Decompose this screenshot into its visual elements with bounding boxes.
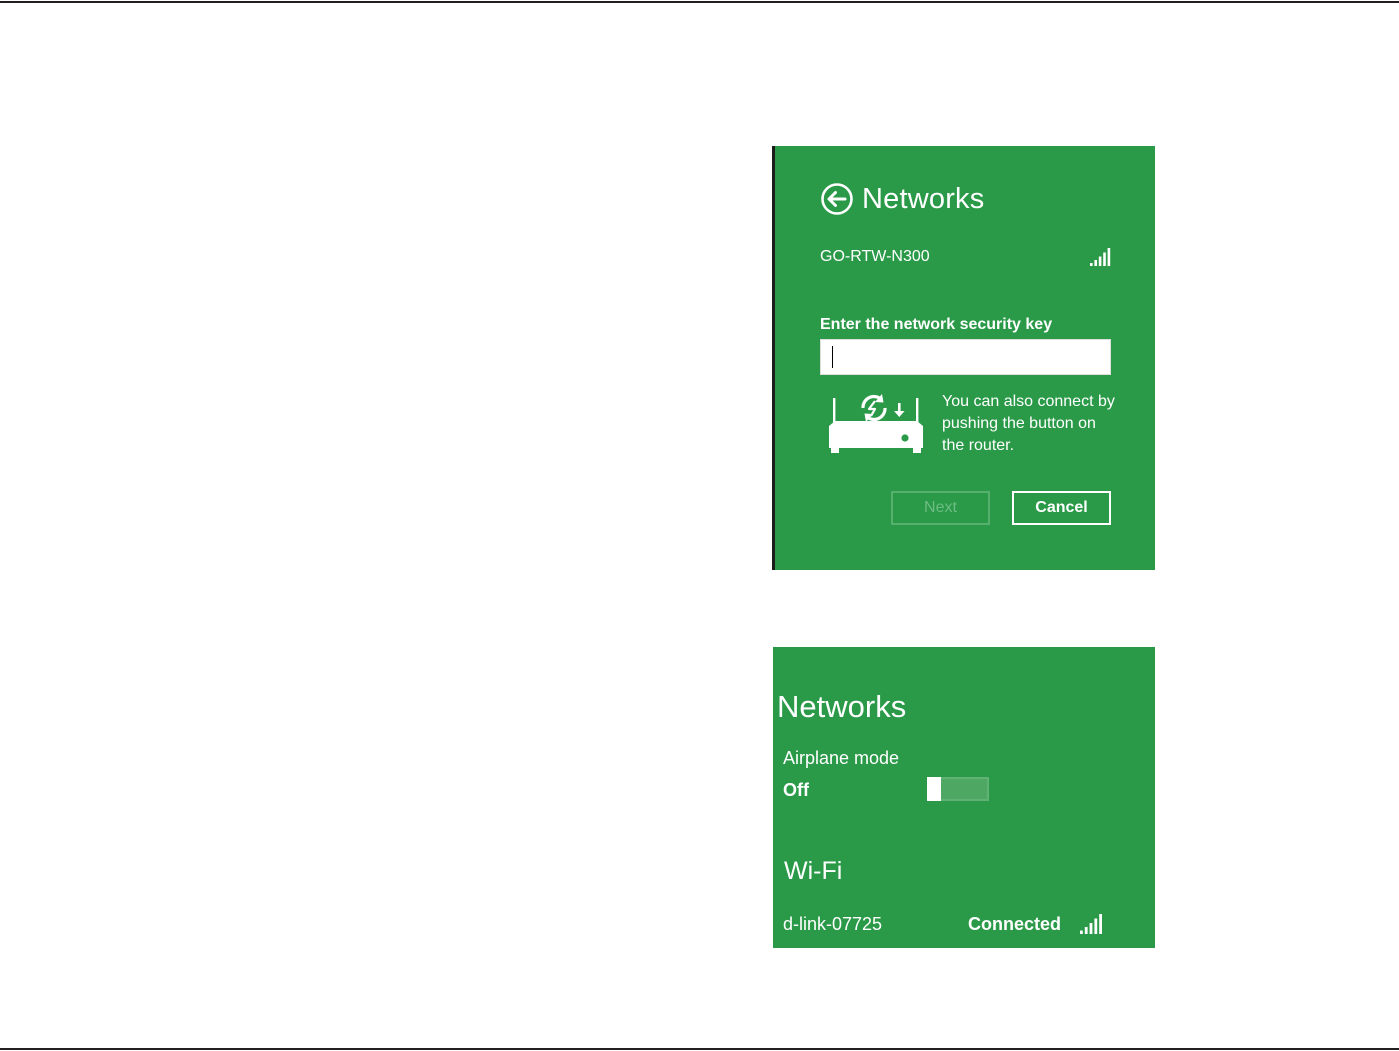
network-row: GO-RTW-N300 (820, 248, 1112, 266)
toggle-thumb[interactable] (927, 777, 941, 801)
top-rule (0, 1, 1399, 3)
network-connect-dialog: Networks GO-RTW-N300 Enter the network s… (772, 146, 1155, 570)
cancel-button[interactable]: Cancel (1012, 491, 1111, 525)
bottom-rule (0, 1048, 1399, 1050)
signal-strength-icon (1080, 914, 1102, 934)
wps-hint-text: You can also connect by pushing the butt… (942, 393, 1115, 454)
signal-strength-icon (1090, 248, 1111, 266)
airplane-mode-state: Off (783, 780, 809, 800)
router-wps-icon (829, 394, 923, 453)
networks-panel: Networks Airplane mode Off Wi-Fi d-link-… (773, 647, 1155, 948)
connected-network-row[interactable]: d-link-07725 Connected (783, 914, 1105, 936)
back-arrow-icon[interactable] (820, 182, 854, 216)
next-button[interactable]: Next (891, 491, 990, 525)
dialog-title: Networks (862, 182, 985, 215)
security-key-input[interactable] (820, 339, 1111, 375)
dialog-header: Networks (820, 182, 984, 216)
text-caret (832, 346, 833, 368)
connection-status: Connected (968, 914, 1062, 934)
security-key-label: Enter the network security key (820, 316, 1053, 333)
connected-network-name: d-link-07725 (783, 914, 883, 934)
networks-title: Networks (777, 689, 907, 724)
airplane-mode-label: Airplane mode (783, 748, 900, 768)
wifi-heading: Wi-Fi (784, 857, 843, 885)
airplane-mode-toggle[interactable] (927, 777, 989, 801)
network-name: GO-RTW-N300 (820, 248, 930, 265)
